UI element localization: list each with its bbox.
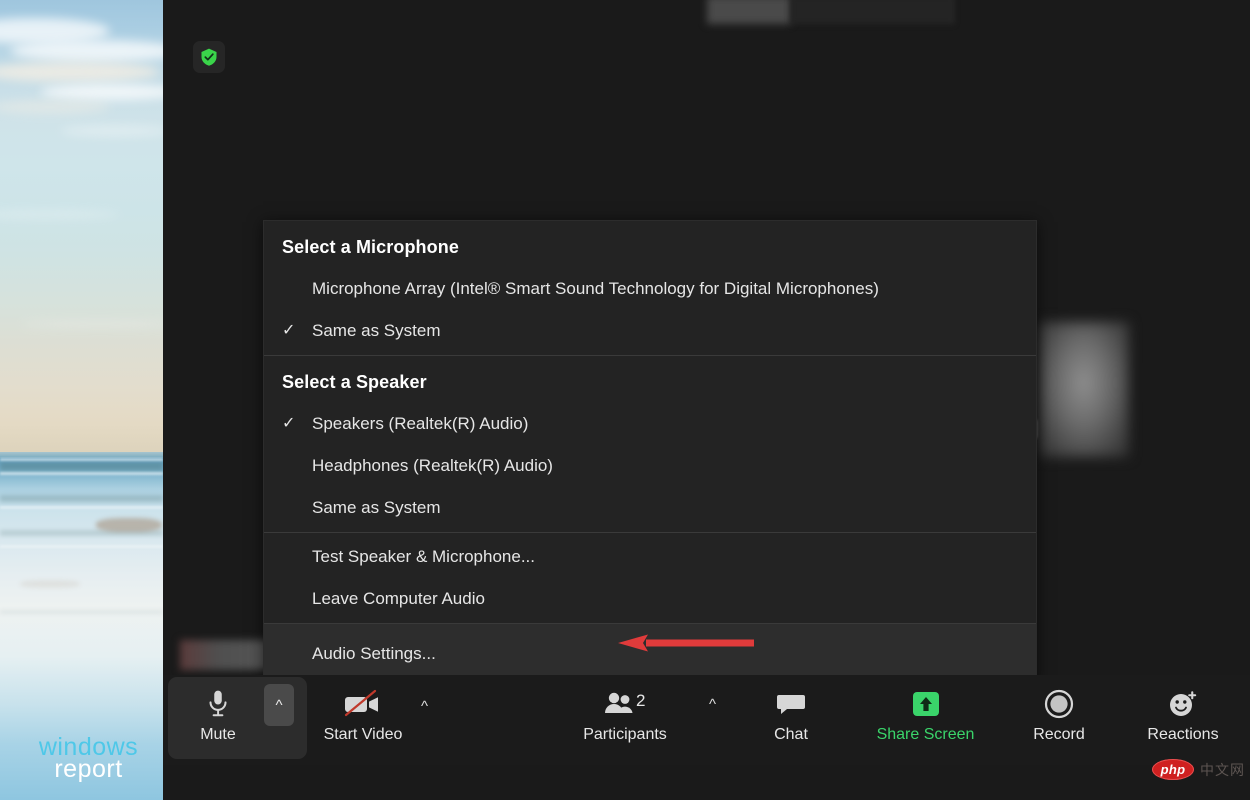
blurred-name-label bbox=[180, 640, 276, 670]
menu-item-speaker-same-as-system[interactable]: Same as System bbox=[264, 487, 1036, 532]
participant-thumbnail-blurred bbox=[1038, 322, 1129, 457]
wallpaper-sand-patch bbox=[96, 518, 162, 532]
menu-item-label: Same as System bbox=[312, 498, 441, 518]
participants-glyph: 2 bbox=[601, 690, 649, 718]
toolbar-label-share-screen: Share Screen bbox=[877, 726, 975, 744]
mute-options-caret-button[interactable]: ^ bbox=[264, 684, 294, 726]
toolbar-button-participants[interactable]: 2 Participants bbox=[575, 675, 675, 765]
top-bar-blurred-box bbox=[707, 0, 791, 24]
check-icon: ✓ bbox=[282, 416, 312, 432]
speaker-section-header: Select a Speaker bbox=[264, 356, 1036, 403]
menu-item-test-speaker-microphone[interactable]: Test Speaker & Microphone... bbox=[264, 533, 1036, 578]
toolbar-button-share-screen[interactable]: Share Screen bbox=[863, 675, 988, 765]
speaker-section: Select a Speaker ✓ Speakers (Realtek(R) … bbox=[264, 356, 1036, 532]
toolbar-label-mute: Mute bbox=[200, 726, 236, 744]
microphone-section-header: Select a Microphone bbox=[264, 221, 1036, 268]
microphone-glyph bbox=[205, 689, 231, 719]
reactions-glyph bbox=[1167, 689, 1199, 719]
menu-item-microphone-array[interactable]: Microphone Array (Intel® Smart Sound Tec… bbox=[264, 268, 1036, 310]
menu-item-label: Headphones (Realtek(R) Audio) bbox=[312, 456, 553, 476]
menu-item-label: Same as System bbox=[312, 321, 441, 341]
audio-actions-section: Test Speaker & Microphone... Leave Compu… bbox=[264, 533, 1036, 623]
top-bar-blurred-panel bbox=[791, 0, 954, 24]
toolbar-button-reactions[interactable]: Reactions bbox=[1128, 675, 1238, 765]
toolbar-label-reactions: Reactions bbox=[1147, 726, 1218, 744]
menu-item-label: Leave Computer Audio bbox=[312, 589, 485, 609]
toolbar-label-record: Record bbox=[1033, 726, 1085, 744]
microphone-section: Select a Microphone Microphone Array (In… bbox=[264, 221, 1036, 355]
wallpaper-wave bbox=[0, 545, 163, 548]
meeting-video-stage: Select a Microphone Microphone Array (In… bbox=[163, 0, 1250, 800]
chat-bubble-glyph bbox=[776, 690, 806, 718]
toolbar-label-start-video: Start Video bbox=[324, 726, 403, 744]
menu-item-headphones-realtek[interactable]: Headphones (Realtek(R) Audio) bbox=[264, 445, 1036, 487]
encryption-shield-badge[interactable] bbox=[193, 41, 225, 73]
microphone-icon bbox=[205, 683, 231, 725]
record-glyph bbox=[1043, 688, 1075, 720]
desktop-wallpaper: windows report bbox=[0, 0, 163, 800]
php-logo: php bbox=[1152, 759, 1194, 780]
wallpaper-wave-band bbox=[0, 495, 163, 502]
menu-item-leave-computer-audio[interactable]: Leave Computer Audio bbox=[264, 578, 1036, 623]
participants-icon: 2 bbox=[601, 683, 649, 725]
toolbar-label-participants: Participants bbox=[583, 726, 667, 744]
menu-item-label: Audio Settings... bbox=[312, 644, 436, 664]
toolbar-button-chat[interactable]: Chat bbox=[741, 675, 841, 765]
video-options-caret-button[interactable]: ^ bbox=[421, 699, 428, 714]
screenshot-root: windows report Select a M bbox=[0, 0, 1250, 800]
video-off-glyph bbox=[341, 689, 385, 719]
wallpaper-wave bbox=[0, 458, 163, 461]
wallpaper-wave bbox=[0, 506, 163, 509]
watermark-line-2: report bbox=[16, 757, 161, 782]
toolbar-button-mute[interactable]: Mute bbox=[168, 675, 268, 765]
reactions-icon bbox=[1167, 683, 1199, 725]
menu-item-label: Test Speaker & Microphone... bbox=[312, 547, 535, 567]
menu-item-mic-same-as-system[interactable]: ✓ Same as System bbox=[264, 310, 1036, 355]
shield-check-icon bbox=[199, 47, 219, 67]
wallpaper-wave-band bbox=[0, 610, 163, 614]
chevron-up-icon: ^ bbox=[275, 698, 282, 713]
php-logo-cn-text: 中文网 bbox=[1200, 760, 1245, 780]
wallpaper-cloud bbox=[60, 126, 163, 136]
toolbar-label-chat: Chat bbox=[774, 726, 808, 744]
share-screen-glyph bbox=[910, 689, 942, 719]
participants-options-caret-button[interactable]: ^ bbox=[709, 697, 716, 712]
toolbar-button-record[interactable]: Record bbox=[1009, 675, 1109, 765]
menu-item-label: Speakers (Realtek(R) Audio) bbox=[312, 414, 528, 434]
menu-item-label: Microphone Array (Intel® Smart Sound Tec… bbox=[312, 279, 879, 299]
annotation-arrow-left-icon bbox=[618, 634, 754, 652]
meeting-toolbar: Mute ^ Start Video ^ bbox=[163, 675, 1250, 765]
video-off-icon bbox=[341, 683, 385, 725]
check-icon: ✓ bbox=[282, 323, 312, 339]
svg-text:2: 2 bbox=[636, 691, 645, 710]
wallpaper-wave-band bbox=[0, 462, 163, 471]
audio-dropdown-menu: Select a Microphone Microphone Array (In… bbox=[263, 220, 1037, 685]
share-screen-icon bbox=[910, 683, 942, 725]
menu-item-speakers-realtek[interactable]: ✓ Speakers (Realtek(R) Audio) bbox=[264, 403, 1036, 445]
record-icon bbox=[1043, 683, 1075, 725]
php-logo-text: php bbox=[1161, 762, 1186, 777]
wallpaper-wave bbox=[0, 472, 163, 475]
wallpaper-sand-patch bbox=[20, 580, 80, 588]
toolbar-button-start-video[interactable]: Start Video bbox=[313, 675, 413, 765]
zoom-meeting-window: Select a Microphone Microphone Array (In… bbox=[163, 0, 1250, 800]
watermark: windows report bbox=[16, 735, 161, 782]
chat-bubble-icon bbox=[776, 683, 806, 725]
